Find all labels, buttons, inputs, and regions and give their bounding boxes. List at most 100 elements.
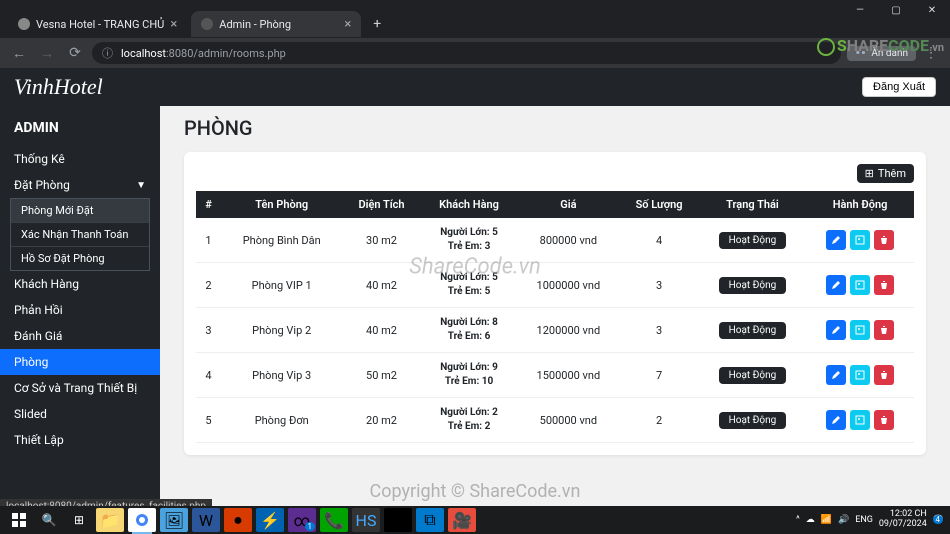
table-row: 1 Phòng Bình Dân 30 m2 Người Lớn: 5Trẻ E… bbox=[196, 218, 914, 263]
delete-button[interactable] bbox=[874, 410, 894, 430]
edit-button[interactable] bbox=[826, 365, 846, 385]
taskbar-app-10[interactable]: 🎥 bbox=[448, 508, 476, 532]
tray-lang[interactable]: ENG bbox=[855, 515, 873, 525]
table-header: Trạng Thái bbox=[699, 191, 806, 218]
cell-name: Phòng Bình Dân bbox=[221, 218, 342, 263]
app-header: VinhHotel Đăng Xuất bbox=[0, 68, 950, 106]
taskbar-app-8[interactable]: ■ bbox=[384, 508, 412, 532]
image-button[interactable] bbox=[850, 320, 870, 340]
taskbar-clock[interactable]: 12:02 CH 09/07/2024 bbox=[879, 510, 927, 530]
incognito-badge[interactable]: 👓 Ẩn danh bbox=[847, 46, 916, 61]
sidebar-item-khachhang[interactable]: Khách Hàng bbox=[0, 271, 160, 297]
edit-button[interactable] bbox=[826, 275, 846, 295]
new-tab-button[interactable]: + bbox=[365, 16, 389, 32]
sidebar-item-slided[interactable]: Slided bbox=[0, 401, 160, 427]
search-icon[interactable]: 🔍 bbox=[36, 507, 62, 533]
delete-button[interactable] bbox=[874, 275, 894, 295]
edit-button[interactable] bbox=[826, 230, 846, 250]
forward-button[interactable]: → bbox=[36, 42, 58, 64]
tab-vesna[interactable]: Vesna Hotel - TRANG CHỦ × bbox=[8, 11, 187, 37]
close-icon[interactable]: × bbox=[344, 17, 351, 32]
status-badge[interactable]: Hoạt Động bbox=[719, 367, 787, 384]
taskbar: 🔍 ⊞ 📁 🖼 W ● ⚡ ∞1 📞 HS ■ ⧉ 🎥 ^ ☁ 📶 🔊 ENG … bbox=[0, 506, 950, 534]
status-badge[interactable]: Hoạt Động bbox=[719, 412, 787, 429]
cell-status: Hoạt Động bbox=[699, 218, 806, 263]
chevron-down-icon: ▼ bbox=[136, 180, 146, 191]
taskbar-app-4[interactable]: ⚡ bbox=[256, 508, 284, 532]
image-button[interactable] bbox=[850, 365, 870, 385]
back-button[interactable]: ← bbox=[8, 42, 30, 64]
task-view-icon[interactable]: ⊞ bbox=[66, 507, 92, 533]
sidebar-item-danhgia[interactable]: Đánh Giá bbox=[0, 323, 160, 349]
browser-tabs: Vesna Hotel - TRANG CHỦ × Admin - Phòng … bbox=[0, 10, 950, 38]
logout-button[interactable]: Đăng Xuất bbox=[862, 77, 936, 97]
cell-qty: 2 bbox=[619, 398, 698, 443]
tray-cloud-icon[interactable]: ☁ bbox=[806, 515, 815, 525]
cell-idx: 5 bbox=[196, 398, 221, 443]
edit-button[interactable] bbox=[826, 410, 846, 430]
sidebar-item-datphong[interactable]: Đặt Phòng ▼ bbox=[0, 172, 160, 198]
submenu-phongmoidat[interactable]: Phòng Mới Đặt bbox=[11, 199, 149, 223]
taskbar-app-explorer[interactable]: 📁 bbox=[96, 508, 124, 532]
incognito-icon: 👓 bbox=[855, 48, 867, 59]
taskbar-app-7[interactable]: HS bbox=[352, 508, 380, 532]
image-button[interactable] bbox=[850, 230, 870, 250]
reload-button[interactable]: ⟳ bbox=[64, 42, 86, 64]
site-info-icon[interactable]: ⓘ bbox=[102, 45, 113, 61]
tab-admin-active[interactable]: Admin - Phòng × bbox=[191, 11, 361, 37]
tray-chevron-icon[interactable]: ^ bbox=[796, 515, 800, 525]
sidebar-item-thietlap[interactable]: Thiết Lập bbox=[0, 427, 160, 453]
status-badge[interactable]: Hoạt Động bbox=[719, 322, 787, 339]
notification-icon[interactable]: 💬4 bbox=[933, 515, 944, 525]
taskbar-app-5[interactable]: ∞1 bbox=[288, 508, 316, 532]
status-badge[interactable]: Hoạt Động bbox=[719, 232, 787, 249]
tray-volume-icon[interactable]: 🔊 bbox=[838, 515, 849, 525]
window-maximize[interactable]: ▢ bbox=[878, 0, 914, 20]
cell-guests: Người Lớn: 5Trẻ Em: 3 bbox=[421, 218, 518, 263]
browser-menu-icon[interactable]: ⋮ bbox=[920, 42, 942, 64]
content-area: PHÒNG ⊞ Thêm #Tên PhòngDiện TíchKhách Hà… bbox=[160, 106, 950, 508]
status-badge[interactable]: Hoạt Động bbox=[719, 277, 787, 294]
window-minimize[interactable]: — bbox=[842, 0, 878, 20]
table-header: Số Lượng bbox=[619, 191, 698, 218]
sidebar-item-thongke[interactable]: Thống Kê bbox=[0, 146, 160, 172]
add-room-button[interactable]: ⊞ Thêm bbox=[857, 164, 914, 183]
window-close[interactable]: ✕ bbox=[914, 0, 950, 20]
sidebar-item-coso[interactable]: Cơ Sở và Trang Thiết Bị bbox=[0, 375, 160, 401]
cell-price: 1500000 vnd bbox=[517, 353, 619, 398]
address-bar[interactable]: ⓘ localhost:8080/admin/rooms.php bbox=[92, 42, 841, 64]
rooms-table: #Tên PhòngDiện TíchKhách HàngGiáSố Lượng… bbox=[196, 191, 914, 443]
cell-idx: 2 bbox=[196, 263, 221, 308]
start-button[interactable] bbox=[6, 507, 32, 533]
close-icon[interactable]: × bbox=[170, 17, 177, 32]
app-logo[interactable]: VinhHotel bbox=[14, 74, 103, 100]
taskbar-app-3[interactable]: ● bbox=[224, 508, 252, 532]
table-row: 3 Phòng Vip 2 40 m2 Người Lớn: 8Trẻ Em: … bbox=[196, 308, 914, 353]
taskbar-app-6[interactable]: 📞 bbox=[320, 508, 348, 532]
image-button[interactable] bbox=[850, 275, 870, 295]
edit-button[interactable] bbox=[826, 320, 846, 340]
tray-wifi-icon[interactable]: 📶 bbox=[821, 515, 832, 525]
taskbar-app-1[interactable]: 🖼 bbox=[160, 508, 188, 532]
cell-name: Phòng Vip 3 bbox=[221, 353, 342, 398]
cell-qty: 4 bbox=[619, 218, 698, 263]
taskbar-app-9[interactable]: ⧉ bbox=[416, 508, 444, 532]
sidebar-item-phanhoi[interactable]: Phản Hồi bbox=[0, 297, 160, 323]
taskbar-app-2[interactable]: W bbox=[192, 508, 220, 532]
cell-area: 40 m2 bbox=[342, 263, 420, 308]
table-header: # bbox=[196, 191, 221, 218]
cell-area: 20 m2 bbox=[342, 398, 420, 443]
delete-button[interactable] bbox=[874, 365, 894, 385]
delete-button[interactable] bbox=[874, 230, 894, 250]
submenu-hoso[interactable]: Hồ Sơ Đặt Phòng bbox=[11, 247, 149, 270]
cell-name: Phòng VIP 1 bbox=[221, 263, 342, 308]
cell-qty: 3 bbox=[619, 263, 698, 308]
submenu-xacnhan[interactable]: Xác Nhận Thanh Toán bbox=[11, 223, 149, 247]
cell-status: Hoạt Động bbox=[699, 263, 806, 308]
delete-button[interactable] bbox=[874, 320, 894, 340]
table-row: 5 Phòng Đơn 20 m2 Người Lớn: 2Trẻ Em: 2 … bbox=[196, 398, 914, 443]
sidebar-item-phong[interactable]: Phòng bbox=[0, 349, 160, 375]
taskbar-app-chrome[interactable] bbox=[128, 508, 156, 532]
image-button[interactable] bbox=[850, 410, 870, 430]
cell-area: 40 m2 bbox=[342, 308, 420, 353]
